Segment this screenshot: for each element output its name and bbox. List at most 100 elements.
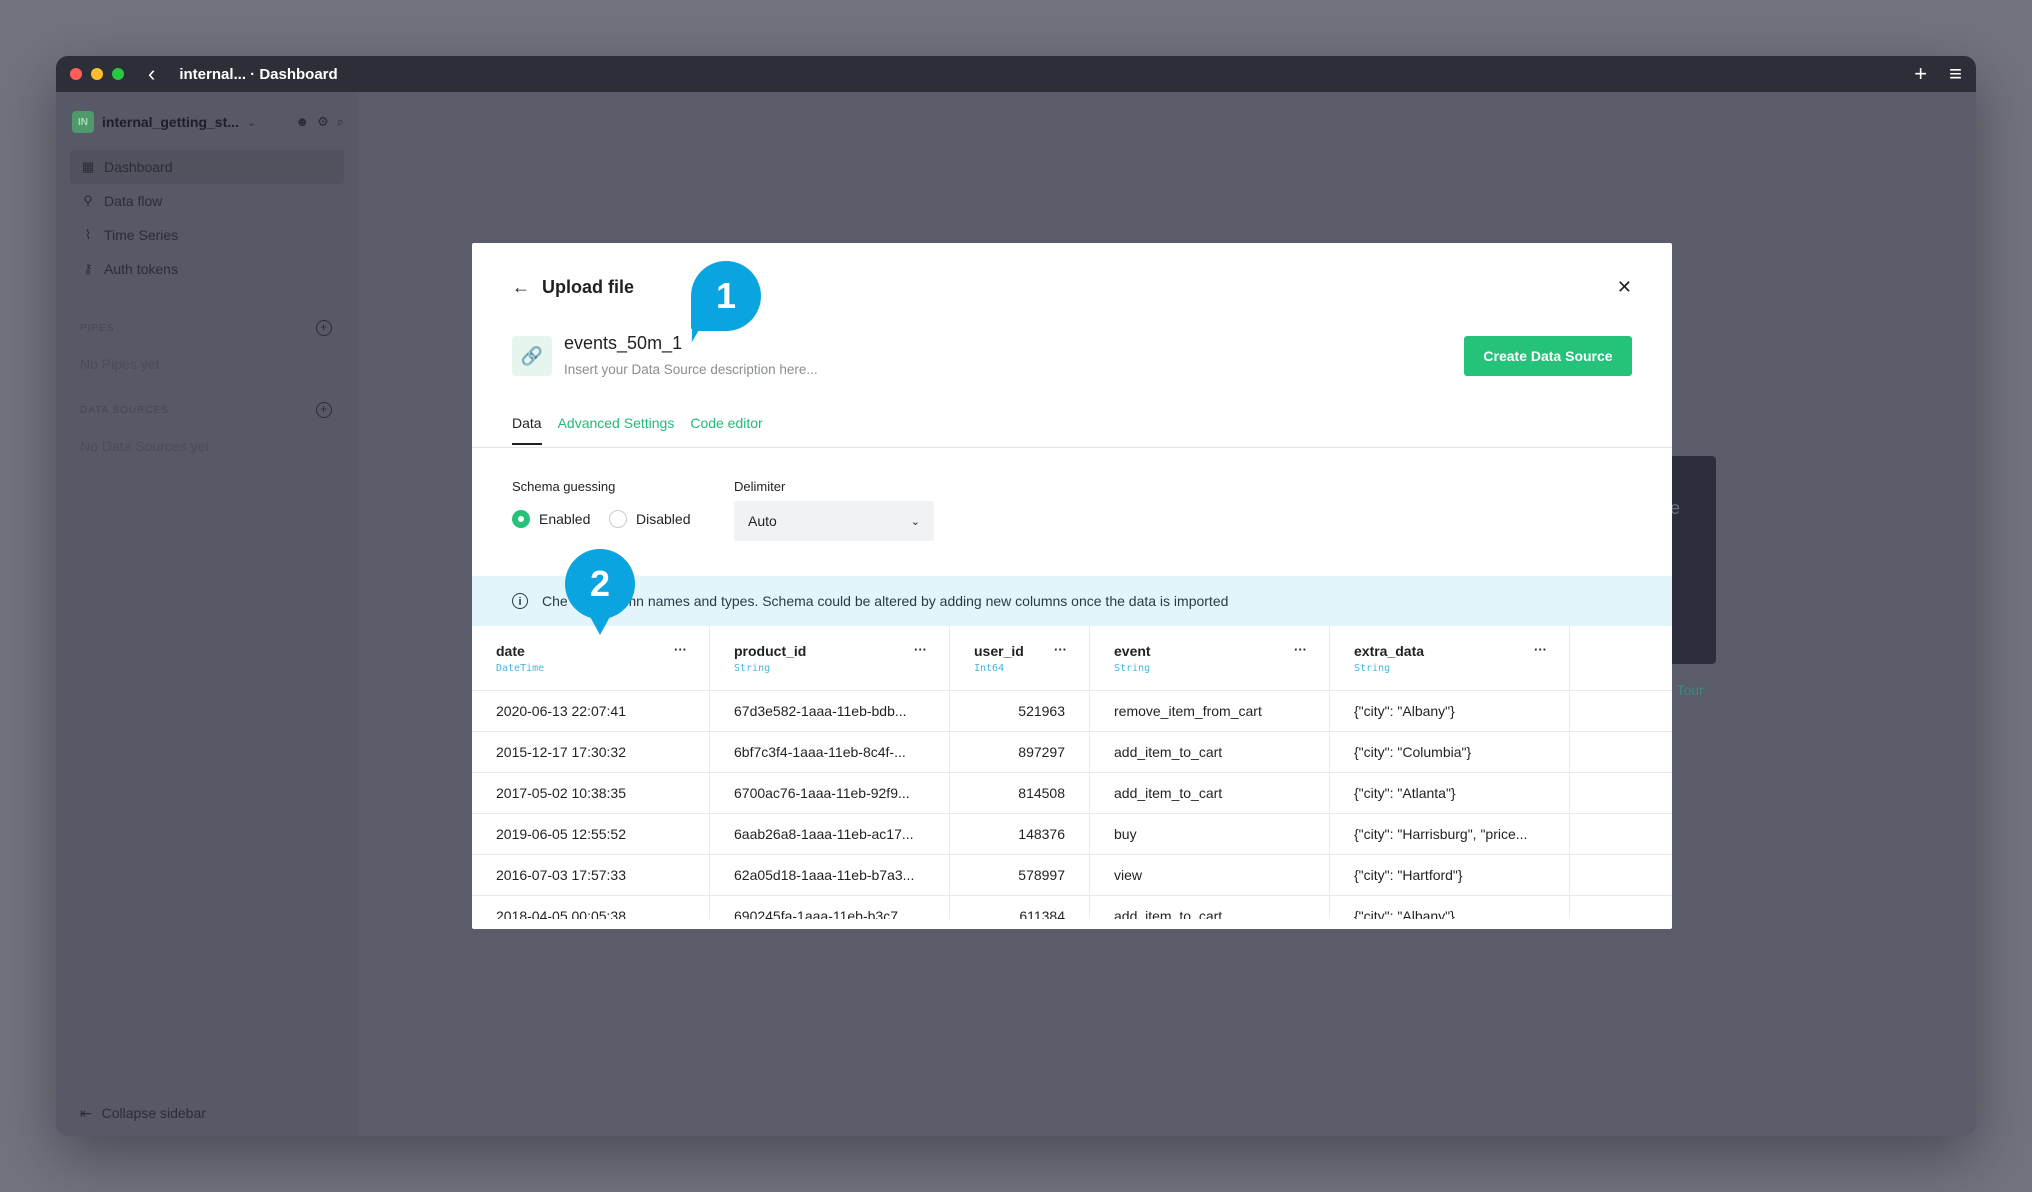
column-header-extra-data[interactable]: extra_data String ··· <box>1330 626 1570 690</box>
table-cell: 2015-12-17 17:30:32 <box>472 732 710 772</box>
table-cell: remove_item_from_cart <box>1090 691 1330 731</box>
close-icon[interactable]: ✕ <box>1617 277 1632 298</box>
table-spacer-cell <box>1570 773 1672 813</box>
delimiter-value: Auto <box>748 513 777 529</box>
table-cell: 6700ac76-1aaa-11eb-92f9... <box>710 773 950 813</box>
sidebar-item-data-flow[interactable]: ⚲ Data flow <box>56 184 358 218</box>
pipes-empty-text: No Pipes yet <box>80 356 160 372</box>
tab-divider <box>472 447 1672 448</box>
upload-file-modal: ← Upload file ✕ 🔗 events_50m_1 Insert yo… <box>472 243 1672 929</box>
table-cell: 578997 <box>950 855 1090 895</box>
title-bar: ‹ internal... · Dashboard + ≡ <box>56 56 1976 92</box>
sidebar-item-auth-tokens[interactable]: ⚷ Auth tokens <box>56 252 358 286</box>
back-arrow-icon[interactable]: ‹ <box>148 63 155 85</box>
new-tab-plus-icon[interactable]: + <box>1914 61 1927 87</box>
zoom-window-button[interactable] <box>112 68 124 80</box>
gear-icon[interactable]: ⚙ <box>317 114 329 130</box>
table-spacer-cell <box>1570 814 1672 854</box>
column-header-product-id[interactable]: product_id String ··· <box>710 626 950 690</box>
minimize-window-button[interactable] <box>91 68 103 80</box>
modal-title: Upload file <box>542 277 635 297</box>
tab-code-editor[interactable]: Code editor <box>690 415 762 445</box>
table-row: 2016-07-03 17:57:33 62a05d18-1aaa-11eb-b7… <box>472 855 1672 896</box>
table-cell: add_item_to_cart <box>1090 896 1330 919</box>
table-cell: 521963 <box>950 691 1090 731</box>
column-menu-icon[interactable]: ··· <box>1534 642 1547 657</box>
column-menu-icon[interactable]: ··· <box>1054 642 1067 657</box>
pipes-header-label: PIPES <box>80 322 115 334</box>
back-arrow-icon[interactable]: ← <box>512 277 530 298</box>
create-data-source-button[interactable]: Create Data Source <box>1464 336 1632 376</box>
close-window-button[interactable] <box>70 68 82 80</box>
hamburger-menu-icon[interactable]: ≡ <box>1949 61 1962 87</box>
column-name: extra_data <box>1354 642 1425 659</box>
add-pipe-plus-icon[interactable]: + <box>316 320 332 336</box>
table-header-row: date DateTime ··· product_id String ··· … <box>472 626 1672 691</box>
datasources-section-header: DATA SOURCES + <box>56 402 358 418</box>
app-window: ‹ internal... · Dashboard + ≡ IN interna… <box>56 56 1976 1136</box>
column-name: date <box>496 642 525 659</box>
table-cell: 148376 <box>950 814 1090 854</box>
column-type: String <box>1114 662 1151 674</box>
table-cell: add_item_to_cart <box>1090 732 1330 772</box>
column-menu-icon[interactable]: ··· <box>914 642 927 657</box>
link-icon: 🔗 <box>512 336 552 376</box>
avatar-icon[interactable]: ☻ <box>295 114 309 130</box>
column-header-event[interactable]: event String ··· <box>1090 626 1330 690</box>
chart-icon: ⌇ <box>84 227 92 242</box>
table-cell: {"city": "Atlanta"} <box>1330 773 1570 813</box>
radio-disabled[interactable]: Disabled <box>609 510 690 528</box>
search-icon[interactable]: ⌕ <box>337 114 344 130</box>
add-datasource-plus-icon[interactable]: + <box>316 402 332 418</box>
table-row: 2020-06-13 22:07:41 67d3e582-1aaa-11eb-bd… <box>472 691 1672 732</box>
table-cell: 6bf7c3f4-1aaa-11eb-8c4f-... <box>710 732 950 772</box>
collapse-sidebar-label: Collapse sidebar <box>101 1105 206 1121</box>
sidebar-item-dashboard[interactable]: ▦ Dashboard <box>70 150 344 184</box>
radio-enabled-label: Enabled <box>539 511 591 527</box>
workspace-switcher[interactable]: IN internal_getting_st... ⌄ ☻ ⚙ ⌕ <box>56 92 358 136</box>
column-menu-icon[interactable]: ··· <box>1294 642 1307 657</box>
table-spacer-cell <box>1570 691 1672 731</box>
collapse-icon: ⇤ <box>80 1105 92 1121</box>
collapse-sidebar-button[interactable]: ⇤ Collapse sidebar <box>80 1105 206 1122</box>
radio-disabled-label: Disabled <box>636 511 691 527</box>
table-row: 2018-04-05 00:05:38 690245fa-1aaa-11eb-b3… <box>472 896 1672 919</box>
table-cell: 6aab26a8-1aaa-11eb-ac17... <box>710 814 950 854</box>
delimiter-select[interactable]: Auto ⌄ <box>734 501 934 541</box>
tab-advanced-settings[interactable]: Advanced Settings <box>558 415 675 445</box>
callout-marker-2: 2 <box>565 549 635 635</box>
description-input[interactable]: Insert your Data Source description here… <box>564 362 818 377</box>
sidebar-item-label: Time Series <box>104 227 179 243</box>
grid-icon: ▦ <box>81 159 95 174</box>
table-spacer-cell <box>1570 855 1672 895</box>
info-icon: i <box>512 593 528 609</box>
modal-tabs: Data Advanced Settings Code editor <box>512 415 763 445</box>
column-header-date[interactable]: date DateTime ··· <box>472 626 710 690</box>
datasource-name[interactable]: events_50m_1 <box>564 333 682 354</box>
workspace-badge: IN <box>72 111 94 133</box>
table-cell: 611384 <box>950 896 1090 919</box>
datasources-empty-text: No Data Sources yet <box>80 438 210 454</box>
table-cell: 2020-06-13 22:07:41 <box>472 691 710 731</box>
radio-checked-icon <box>512 510 530 528</box>
key-icon: ⚷ <box>83 261 93 276</box>
sidebar-item-time-series[interactable]: ⌇ Time Series <box>56 218 358 252</box>
schema-guessing-label: Schema guessing <box>512 479 616 494</box>
table-row: 2019-06-05 12:55:52 6aab26a8-1aaa-11eb-ac… <box>472 814 1672 855</box>
schema-info-banner: i Che column names and types. Schema cou… <box>472 576 1672 626</box>
table-body: 2020-06-13 22:07:41 67d3e582-1aaa-11eb-bd… <box>472 691 1672 919</box>
column-header-user-id[interactable]: user_id Int64 ··· <box>950 626 1090 690</box>
radio-enabled[interactable]: Enabled <box>512 510 590 528</box>
sidebar-item-label: Auth tokens <box>104 261 178 277</box>
window-title: internal... · Dashboard <box>179 65 338 83</box>
column-menu-icon[interactable]: ··· <box>674 642 687 657</box>
tab-data[interactable]: Data <box>512 415 542 445</box>
column-name: event <box>1114 642 1151 659</box>
info-text: Che column names and types. Schema could… <box>542 593 1229 609</box>
table-cell: {"city": "Albany"} <box>1330 896 1570 919</box>
table-cell: 2016-07-03 17:57:33 <box>472 855 710 895</box>
column-type: Int64 <box>974 662 1005 674</box>
chevron-down-icon[interactable]: ⌄ <box>247 116 256 129</box>
table-cell: 690245fa-1aaa-11eb-b3c7... <box>710 896 950 919</box>
table-cell: 2017-05-02 10:38:35 <box>472 773 710 813</box>
